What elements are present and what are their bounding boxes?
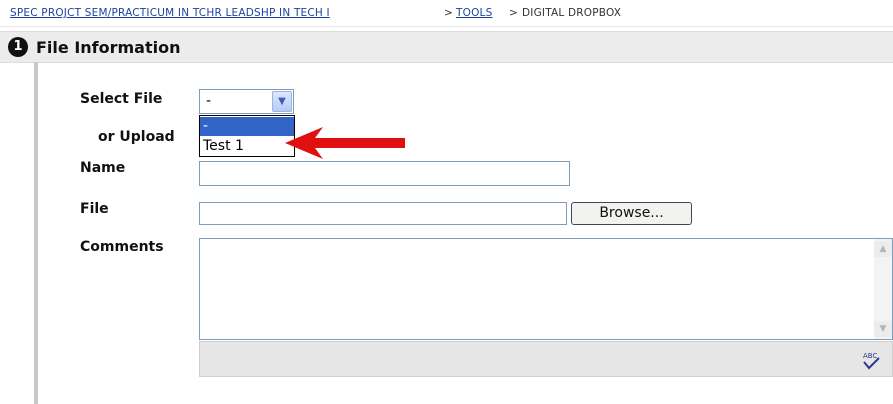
- file-label: File: [80, 201, 109, 217]
- breadcrumb-separator: >: [444, 7, 453, 19]
- or-upload-label: or Upload: [98, 129, 175, 145]
- select-file-value: -: [206, 93, 212, 109]
- comments-label: Comments: [80, 239, 164, 255]
- file-path-field[interactable]: [199, 202, 567, 225]
- name-field[interactable]: [199, 161, 570, 186]
- comments-toolbar: ABC: [199, 341, 893, 377]
- comments-textarea[interactable]: ▲ ▼: [199, 238, 893, 340]
- breadcrumb-current: DIGITAL DROPBOX: [522, 7, 622, 19]
- spellcheck-text: ABC: [863, 352, 877, 360]
- select-file-label: Select File: [80, 91, 163, 107]
- breadcrumb: SPEC PROJCT SEM/PRACTICUM IN TCHR LEADSH…: [0, 0, 893, 27]
- chevron-down-icon[interactable]: ▼: [272, 91, 292, 112]
- breadcrumb-link-course[interactable]: SPEC PROJCT SEM/PRACTICUM IN TCHR LEADSH…: [10, 7, 330, 19]
- breadcrumb-separator: >: [509, 7, 518, 19]
- browse-button[interactable]: Browse...: [571, 202, 692, 225]
- dropdown-option[interactable]: Test 1: [200, 137, 294, 156]
- select-file-dropdown[interactable]: - ▼: [199, 89, 294, 114]
- scroll-down-icon[interactable]: ▼: [874, 321, 892, 337]
- section-header: 1 File Information: [0, 31, 893, 63]
- name-label: Name: [80, 160, 126, 176]
- section-left-rule: [34, 62, 38, 404]
- section-title: File Information: [36, 38, 181, 57]
- scroll-up-icon[interactable]: ▲: [874, 241, 892, 257]
- step-number-badge: 1: [8, 37, 28, 57]
- dropdown-option[interactable]: -: [200, 117, 294, 136]
- red-arrow-icon: [285, 127, 405, 159]
- comments-scrollbar[interactable]: ▲ ▼: [874, 239, 892, 339]
- spellcheck-icon[interactable]: ABC: [860, 349, 882, 371]
- select-file-options: - Test 1: [199, 115, 295, 157]
- breadcrumb-link-tools[interactable]: TOOLS: [456, 7, 492, 19]
